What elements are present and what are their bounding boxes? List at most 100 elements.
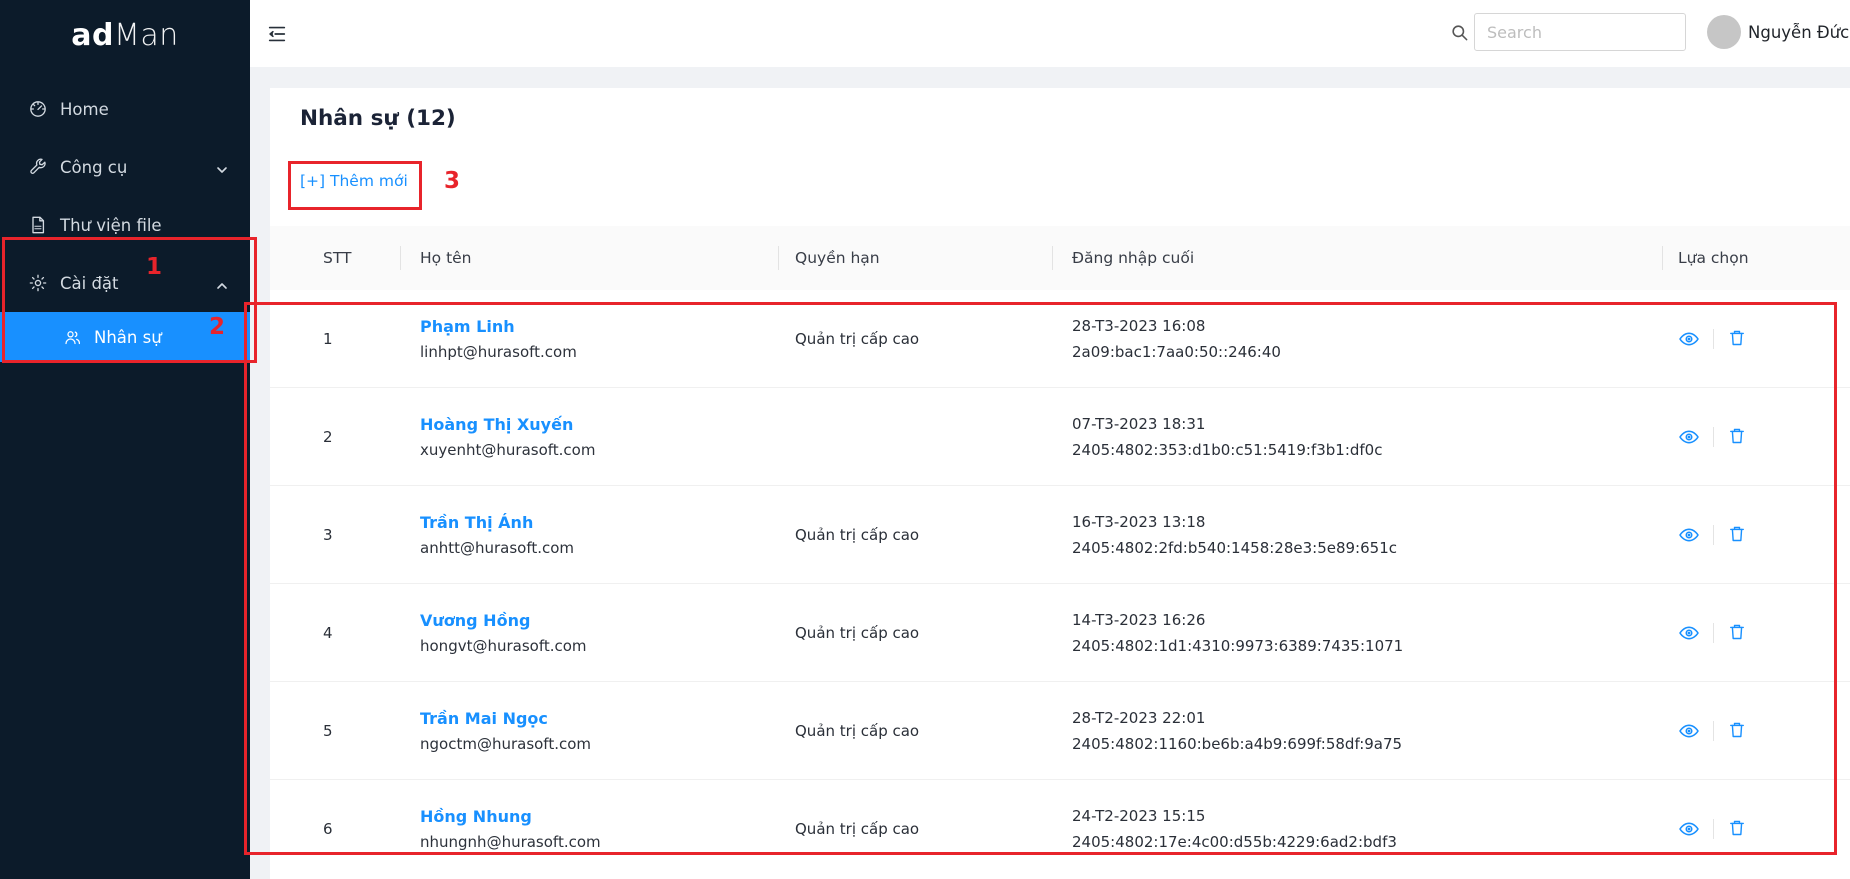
table-row: 3 Trần Thị Ánh anhtt@hurasoft.com Quản t… xyxy=(270,486,1850,584)
table-row: 4 Vương Hồng hongvt@hurasoft.com Quản tr… xyxy=(270,584,1850,682)
employee-role: Quản trị cấp cao xyxy=(795,330,919,348)
employee-email: xuyenht@hurasoft.com xyxy=(420,441,778,459)
view-icon[interactable] xyxy=(1678,818,1700,840)
content-card: Nhân sự (12) [+] Thêm mới STT Họ tên Quy… xyxy=(270,88,1850,879)
menu-fold-icon[interactable] xyxy=(265,23,289,45)
employee-name-link[interactable]: Trần Thị Ánh xyxy=(420,513,533,532)
sidebar-item-label: Nhân sự xyxy=(94,328,162,347)
last-login-time: 07-T3-2023 18:31 xyxy=(1072,415,1662,433)
delete-icon[interactable] xyxy=(1727,426,1749,448)
row-index: 4 xyxy=(323,624,333,642)
row-index: 6 xyxy=(323,820,333,838)
sidebar-item-home[interactable]: Home xyxy=(0,80,250,138)
delete-icon[interactable] xyxy=(1727,328,1749,350)
last-login-ip: 2405:4802:2fd:b540:1458:28e3:5e89:651c xyxy=(1072,539,1662,557)
topbar: Nguyễn Đức Qu xyxy=(250,0,1850,67)
action-divider xyxy=(1713,721,1714,741)
user-menu[interactable]: Nguyễn Đức Qu xyxy=(1707,15,1850,49)
avatar xyxy=(1707,15,1741,49)
employee-role: Quản trị cấp cao xyxy=(795,526,919,544)
sidebar-item-label: Cài đặt xyxy=(60,274,119,293)
file-icon xyxy=(28,215,48,235)
row-index: 1 xyxy=(323,330,333,348)
page-title: Nhân sự (12) xyxy=(300,106,456,131)
employee-name-link[interactable]: Trần Mai Ngọc xyxy=(420,709,548,728)
sidebar-item-label: Home xyxy=(60,100,109,119)
employee-email: hongvt@hurasoft.com xyxy=(420,637,778,655)
app-logo-light: Man xyxy=(114,18,179,53)
chevron-down-icon xyxy=(216,161,228,173)
employee-name-link[interactable]: Phạm Linh xyxy=(420,317,515,336)
sidebar-item-cong-cu[interactable]: Công cụ xyxy=(0,138,250,196)
table-body: 1 Phạm Linh linhpt@hurasoft.com Quản trị… xyxy=(270,290,1850,877)
sidebar-item-label: Công cụ xyxy=(60,158,127,177)
sidebar-item-label: Thư viện file xyxy=(60,216,162,235)
employee-role: Quản trị cấp cao xyxy=(795,624,919,642)
last-login-ip: 2405:4802:1160:be6b:a4b9:699f:58df:9a75 xyxy=(1072,735,1662,753)
app-logo-bold: ad xyxy=(71,18,114,53)
last-login-ip: 2405:4802:353:d1b0:c51:5419:f3b1:df0c xyxy=(1072,441,1662,459)
employee-email: ngoctm@hurasoft.com xyxy=(420,735,778,753)
dashboard-icon xyxy=(28,99,48,119)
view-icon[interactable] xyxy=(1678,328,1700,350)
employee-name-link[interactable]: Vương Hồng xyxy=(420,611,530,630)
last-login-time: 28-T3-2023 16:08 xyxy=(1072,317,1662,335)
row-index: 5 xyxy=(323,722,333,740)
table-header-row: STT Họ tên Quyền hạn Đăng nhập cuối Lựa … xyxy=(270,226,1850,290)
delete-icon[interactable] xyxy=(1727,720,1749,742)
employee-email: anhtt@hurasoft.com xyxy=(420,539,778,557)
table-row: 1 Phạm Linh linhpt@hurasoft.com Quản trị… xyxy=(270,290,1850,388)
column-header-stt: STT xyxy=(270,226,400,290)
column-header-actions: Lựa chọn xyxy=(1662,226,1850,290)
column-header-role: Quyền hạn xyxy=(778,226,1052,290)
column-header-last-login: Đăng nhập cuối xyxy=(1052,226,1662,290)
chevron-up-icon xyxy=(216,277,228,289)
view-icon[interactable] xyxy=(1678,426,1700,448)
row-index: 3 xyxy=(323,526,333,544)
search-icon[interactable] xyxy=(1450,23,1469,42)
action-divider xyxy=(1713,525,1714,545)
last-login-ip: 2405:4802:17e:4c00:d55b:4229:6ad2:bdf3 xyxy=(1072,833,1662,851)
add-new-button[interactable]: [+] Thêm mới xyxy=(300,172,408,190)
sidebar-item-cai-dat[interactable]: Cài đặt xyxy=(0,254,250,312)
view-icon[interactable] xyxy=(1678,524,1700,546)
row-index: 2 xyxy=(323,428,333,446)
last-login-time: 16-T3-2023 13:18 xyxy=(1072,513,1662,531)
delete-icon[interactable] xyxy=(1727,524,1749,546)
last-login-ip: 2405:4802:1d1:4310:9973:6389:7435:1071 xyxy=(1072,637,1662,655)
search-area xyxy=(1450,13,1686,51)
action-divider xyxy=(1713,329,1714,349)
view-icon[interactable] xyxy=(1678,720,1700,742)
team-icon xyxy=(63,328,82,347)
last-login-time: 24-T2-2023 15:15 xyxy=(1072,807,1662,825)
action-divider xyxy=(1713,819,1714,839)
app-logo: adMan xyxy=(0,0,250,66)
sidebar: adMan Home Công cụ xyxy=(0,0,250,879)
action-divider xyxy=(1713,427,1714,447)
delete-icon[interactable] xyxy=(1727,622,1749,644)
column-header-name: Họ tên xyxy=(400,226,778,290)
last-login-time: 28-T2-2023 22:01 xyxy=(1072,709,1662,727)
employee-email: linhpt@hurasoft.com xyxy=(420,343,778,361)
table-row: 2 Hoàng Thị Xuyến xuyenht@hurasoft.com 0… xyxy=(270,388,1850,486)
sidebar-menu: Home Công cụ Thư viện file xyxy=(0,80,250,362)
search-input[interactable] xyxy=(1474,13,1686,51)
employee-name-link[interactable]: Hoàng Thị Xuyến xyxy=(420,415,573,434)
employee-name-link[interactable]: Hồng Nhung xyxy=(420,807,532,826)
gear-icon xyxy=(28,273,48,293)
table-row: 5 Trần Mai Ngọc ngoctm@hurasoft.com Quản… xyxy=(270,682,1850,780)
table-row: 6 Hồng Nhung nhungnh@hurasoft.com Quản t… xyxy=(270,780,1850,877)
user-name: Nguyễn Đức Qu xyxy=(1748,23,1850,42)
last-login-time: 14-T3-2023 16:26 xyxy=(1072,611,1662,629)
delete-icon[interactable] xyxy=(1727,818,1749,840)
employee-email: nhungnh@hurasoft.com xyxy=(420,833,778,851)
personnel-table: STT Họ tên Quyền hạn Đăng nhập cuối Lựa … xyxy=(270,226,1850,877)
wrench-icon xyxy=(28,157,48,177)
action-divider xyxy=(1713,623,1714,643)
employee-role: Quản trị cấp cao xyxy=(795,722,919,740)
sidebar-item-nhan-su[interactable]: Nhân sự xyxy=(0,312,250,362)
employee-role: Quản trị cấp cao xyxy=(795,820,919,838)
view-icon[interactable] xyxy=(1678,622,1700,644)
sidebar-item-thu-vien-file[interactable]: Thư viện file xyxy=(0,196,250,254)
last-login-ip: 2a09:bac1:7aa0:50::246:40 xyxy=(1072,343,1662,361)
